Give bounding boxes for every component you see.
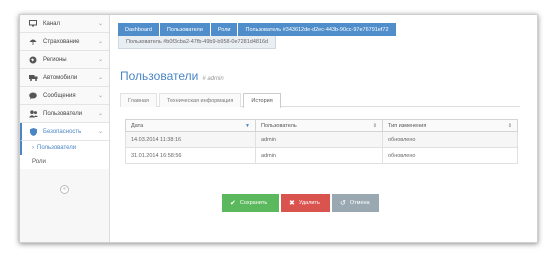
sidebar-subitem-label: Роли [32, 159, 46, 165]
chevron-down-icon: ⌄ [97, 111, 103, 117]
table-cell-change-type: обновлено [382, 131, 518, 148]
cancel-button-label: Отмена [349, 200, 370, 206]
delete-button-label: Удалить [298, 200, 320, 206]
column-header-user[interactable]: Пользователь ⇕ [255, 119, 383, 132]
breadcrumb-dashboard[interactable]: Dashboard [118, 23, 159, 36]
users-icon [28, 109, 38, 118]
breadcrumb: Dashboard Пользователи Роли Пользователь… [118, 23, 430, 49]
chevron-down-icon: ⌄ [97, 39, 103, 45]
history-table: Дата ▼ Пользователь ⇕ Тип изменения ⇕ 14… [125, 119, 518, 164]
undo-icon: ↺ [340, 200, 346, 207]
monitor-icon [28, 20, 38, 27]
cancel-button[interactable]: ↺ Отмена [332, 194, 379, 212]
save-button[interactable]: ✔ Сохранить [222, 194, 279, 212]
sort-icon: ⇕ [507, 122, 512, 129]
sidebar-item-messages[interactable]: Сообщения ⌄ [20, 87, 109, 105]
chevron-right-icon: › [32, 145, 34, 151]
delete-button[interactable]: ✖ Удалить [281, 194, 330, 212]
shield-icon [28, 127, 38, 136]
tab-technical-info[interactable]: Техническая информация [158, 93, 242, 107]
tab-main[interactable]: Главная [120, 93, 157, 107]
comment-icon [28, 92, 38, 100]
table-cell-date: 31.01.2014 16:58:56 [125, 147, 256, 164]
sidebar-subitem-label: Пользователи [37, 145, 77, 151]
sidebar-item-label: Пользователи [43, 110, 83, 117]
breadcrumb-current-user: Пользователь #b0f3cba2-47fb-49b9-b958-0e… [118, 36, 277, 49]
tab-history[interactable]: История [243, 93, 281, 108]
table-cell-user: admin [255, 147, 383, 164]
sidebar-item-label: Автомобили [43, 74, 78, 81]
table-cell-date: 14.03.2014 11:38:16 [125, 131, 256, 148]
page-title: Пользователи # admin [120, 69, 224, 83]
sidebar-item-insurance[interactable]: Страхование ⌄ [20, 33, 109, 51]
breadcrumb-roles[interactable]: Роли [210, 23, 238, 36]
sidebar-item-label: Безопасность [43, 128, 82, 135]
collapse-sidebar-button[interactable]: « [60, 185, 69, 194]
column-header-label: Пользователь [261, 122, 297, 129]
sidebar-item-label: Канал [43, 20, 60, 27]
sidebar-item-cars[interactable]: Автомобили ⌄ [20, 69, 109, 87]
app-window: Канал ⌄ Страхование ⌄ Регионы ⌄ Автомоби… [19, 14, 538, 243]
globe-icon [28, 56, 38, 64]
close-icon: ✖ [289, 200, 295, 207]
sidebar: Канал ⌄ Страхование ⌄ Регионы ⌄ Автомоби… [20, 15, 110, 242]
check-icon: ✔ [230, 200, 236, 207]
main-content: Dashboard Пользователи Роли Пользователь… [110, 15, 537, 242]
sidebar-item-regions[interactable]: Регионы ⌄ [20, 51, 109, 69]
chevron-down-icon: ⌄ [97, 75, 103, 81]
column-header-label: Тип изменения [388, 122, 427, 129]
table-row[interactable]: 31.01.2014 16:58:56 admin обновлено [125, 147, 518, 164]
chevron-down-icon: ⌄ [97, 57, 103, 63]
column-header-date[interactable]: Дата ▼ [125, 119, 256, 132]
table-cell-user: admin [255, 131, 383, 148]
sidebar-item-label: Регионы [43, 56, 67, 63]
sidebar-item-security[interactable]: Безопасность ⌄ [20, 123, 109, 141]
sidebar-subitem-users[interactable]: › Пользователи [20, 141, 109, 155]
tab-bar: Главная Техническая информация История [120, 93, 520, 108]
table-header-row: Дата ▼ Пользователь ⇕ Тип изменения ⇕ [125, 119, 518, 132]
page-title-text: Пользователи [120, 69, 199, 83]
form-actions: ✔ Сохранить ✖ Удалить ↺ Отмена [222, 194, 381, 212]
breadcrumb-users[interactable]: Пользователи [159, 23, 210, 36]
chevron-down-icon: ⌄ [97, 93, 103, 99]
sidebar-item-label: Сообщения [43, 92, 76, 99]
sidebar-item-label: Страхование [43, 38, 80, 45]
sidebar-subitem-roles[interactable]: Роли [20, 155, 109, 169]
table-cell-change-type: обновлено [382, 147, 518, 164]
truck-icon [28, 74, 38, 81]
column-header-label: Дата [131, 122, 144, 129]
table-row[interactable]: 14.03.2014 11:38:16 admin обновлено [125, 131, 518, 148]
page-subtitle: # admin [202, 76, 224, 82]
chevron-down-icon: ⌄ [97, 21, 103, 27]
save-button-label: Сохранить [239, 200, 268, 206]
sort-icon: ⇕ [372, 122, 377, 129]
umbrella-icon [28, 38, 38, 46]
chevron-down-icon: ⌄ [97, 129, 103, 135]
sidebar-item-channel[interactable]: Канал ⌄ [20, 15, 109, 33]
breadcrumb-user-prev[interactable]: Пользователь #343612de-d2ec-443b-90cc-97… [238, 23, 396, 36]
sidebar-item-users[interactable]: Пользователи ⌄ [20, 105, 109, 123]
column-header-change-type[interactable]: Тип изменения ⇕ [382, 119, 518, 132]
sort-desc-icon: ▼ [245, 122, 250, 129]
